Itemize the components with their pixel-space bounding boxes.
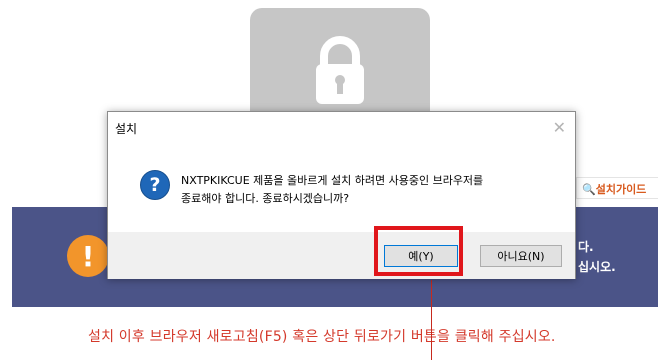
dialog-footer: 예(Y) 아니요(N) (108, 232, 575, 279)
banner-text-line1: 다. (578, 240, 594, 254)
dialog-message-line2: 종료해야 합니다. 종료하시겠습니까? (181, 192, 350, 205)
dialog-message-line1: NXTPKIKCUE 제품을 올바르게 설치 하려면 사용중인 브라우저를 (181, 174, 484, 187)
close-icon[interactable]: ✕ (553, 118, 566, 137)
install-guide-label: 설치가이드 (595, 183, 647, 196)
dialog-message: NXTPKIKCUE 제품을 올바르게 설치 하려면 사용중인 브라우저를 종료… (181, 172, 483, 208)
dialog-title: 설치 (115, 122, 138, 136)
question-icon: ? (140, 170, 170, 200)
search-icon: 🔍 (582, 183, 596, 196)
banner-text-line2: 십시오. (578, 260, 616, 274)
pointer-line (431, 280, 432, 360)
install-guide-button[interactable]: 🔍설치가이드 (576, 177, 658, 199)
lock-icon (316, 36, 364, 104)
warning-icon: ! (67, 235, 109, 277)
no-button[interactable]: 아니요(N) (480, 245, 562, 267)
refresh-instruction: 설치 이후 브라우저 새로고침(F5) 혹은 상단 뒤로가기 버튼을 클릭해 주… (88, 329, 556, 345)
install-dialog: 설치 ✕ ? NXTPKIKCUE 제품을 올바르게 설치 하려면 사용중인 브… (107, 111, 576, 279)
yes-button-highlight (374, 226, 463, 276)
